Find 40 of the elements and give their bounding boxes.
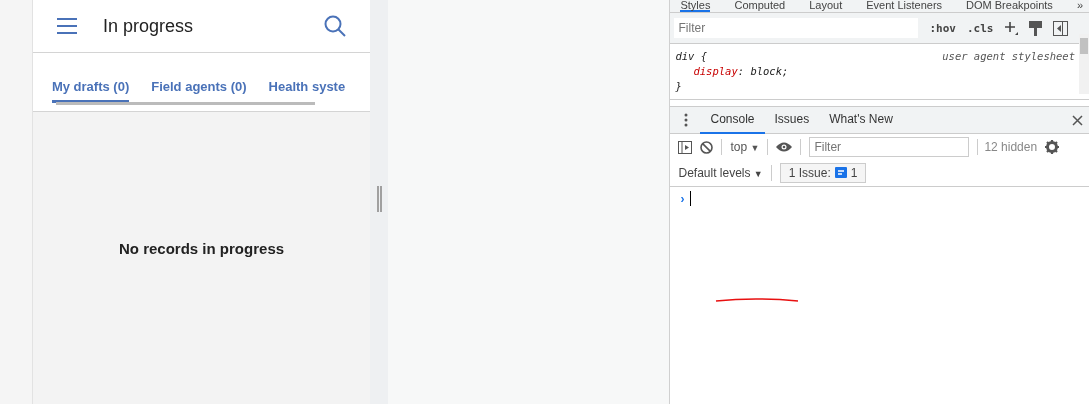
drawer-tab[interactable]: What's New — [819, 106, 903, 134]
page-title: In progress — [102, 15, 194, 37]
drawer-tab[interactable]: Console — [700, 106, 765, 134]
paint-roller-icon[interactable] — [1029, 20, 1043, 36]
plus-icon[interactable] — [1004, 21, 1019, 35]
devtools-tab[interactable]: Event Listeners — [866, 0, 943, 12]
console-filter-field[interactable]: Filter — [809, 137, 970, 157]
eye-icon[interactable] — [776, 142, 793, 152]
context-dropdown[interactable]: top ▼ — [730, 140, 760, 154]
prompt-icon: › — [680, 191, 685, 206]
devtools-tab[interactable]: DOM Breakpoints — [966, 0, 1053, 12]
more-tabs-icon[interactable]: » — [1076, 0, 1089, 12]
more-options-icon[interactable] — [684, 113, 689, 127]
css-selector: div { — [675, 49, 708, 64]
sidebar-play-icon[interactable] — [678, 140, 693, 154]
scrollbar-thumb[interactable] — [1080, 38, 1088, 54]
search-icon[interactable] — [324, 15, 347, 37]
sidebar-toggle-icon[interactable] — [1053, 20, 1069, 36]
drawer-tab[interactable]: Issues — [764, 106, 820, 134]
devtools-tab[interactable]: Layout — [809, 0, 843, 12]
cls-button[interactable]: .cls — [966, 21, 994, 35]
message-icon — [834, 167, 847, 179]
tab[interactable]: Health syste — [268, 79, 346, 103]
text-cursor — [690, 191, 692, 206]
clear-icon[interactable] — [700, 140, 714, 154]
devtools-tab[interactable]: Computed — [734, 0, 786, 12]
filter-field[interactable]: Filter — [674, 18, 919, 38]
issues-button[interactable]: 1 Issue: 1 — [779, 163, 867, 183]
hov-button[interactable]: :hov — [929, 21, 956, 35]
empty-message: No records in progress — [119, 239, 285, 257]
close-icon[interactable] — [1072, 114, 1083, 126]
rule-source: user agent stylesheet — [942, 49, 1075, 64]
resize-handle[interactable] — [376, 186, 382, 212]
menu-icon[interactable] — [56, 18, 77, 34]
levels-dropdown[interactable]: Default levels ▼ — [678, 166, 763, 180]
css-brace: } — [675, 79, 682, 94]
hidden-count: 12 hidden — [984, 140, 1038, 154]
settings-icon[interactable] — [1045, 140, 1060, 154]
tab[interactable]: Field agents (0) — [151, 79, 247, 103]
css-property: display: block; — [693, 64, 789, 79]
